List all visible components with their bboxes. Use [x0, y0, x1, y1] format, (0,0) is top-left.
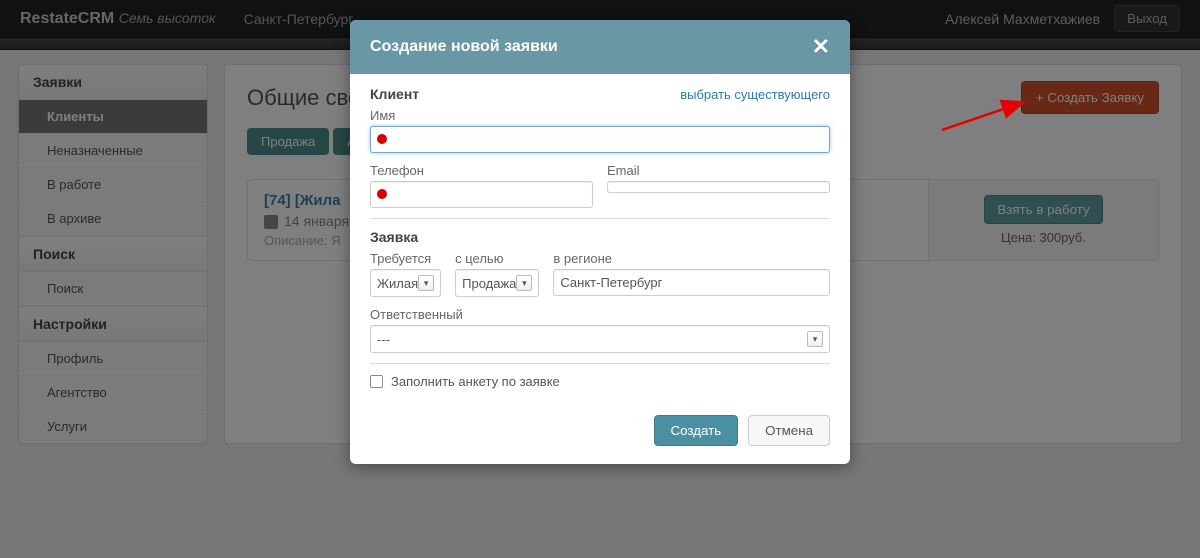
required-select[interactable]: Жилая▾: [370, 269, 441, 297]
name-input[interactable]: [370, 126, 830, 153]
choose-existing-link[interactable]: выбрать существующего: [680, 87, 830, 102]
create-request-modal: Создание новой заявки ✕ Клиент выбрать с…: [350, 20, 850, 464]
chevron-down-icon: ▾: [418, 275, 434, 291]
responsible-value: ---: [377, 332, 390, 347]
purpose-value: Продажа: [462, 276, 516, 291]
section-client-head: Клиент: [370, 86, 419, 102]
region-label: в регионе: [553, 251, 830, 266]
required-value: Жилая: [377, 276, 418, 291]
required-dot-icon: [377, 134, 387, 144]
chevron-down-icon: ▾: [807, 331, 823, 347]
required-label: Требуется: [370, 251, 441, 266]
checkbox-icon: [370, 375, 383, 388]
purpose-select[interactable]: Продажа▾: [455, 269, 539, 297]
email-label: Email: [607, 163, 830, 178]
submit-button[interactable]: Создать: [654, 415, 739, 446]
name-label: Имя: [370, 108, 830, 123]
close-icon[interactable]: ✕: [812, 34, 830, 60]
modal-title: Создание новой заявки: [370, 38, 812, 56]
fill-form-label: Заполнить анкету по заявке: [391, 374, 560, 389]
purpose-label: с целью: [455, 251, 539, 266]
section-request-head: Заявка: [370, 229, 418, 245]
chevron-down-icon: ▾: [516, 275, 532, 291]
phone-input[interactable]: [370, 181, 593, 208]
email-input[interactable]: [607, 181, 830, 193]
cancel-button[interactable]: Отмена: [748, 415, 830, 446]
region-input[interactable]: Санкт-Петербург: [553, 269, 830, 296]
modal-header: Создание новой заявки ✕: [350, 20, 850, 74]
responsible-select[interactable]: --- ▾: [370, 325, 830, 353]
phone-label: Телефон: [370, 163, 593, 178]
required-dot-icon: [377, 189, 387, 199]
responsible-label: Ответственный: [370, 307, 830, 322]
region-value: Санкт-Петербург: [560, 275, 662, 290]
fill-form-checkbox[interactable]: Заполнить анкету по заявке: [370, 374, 830, 389]
